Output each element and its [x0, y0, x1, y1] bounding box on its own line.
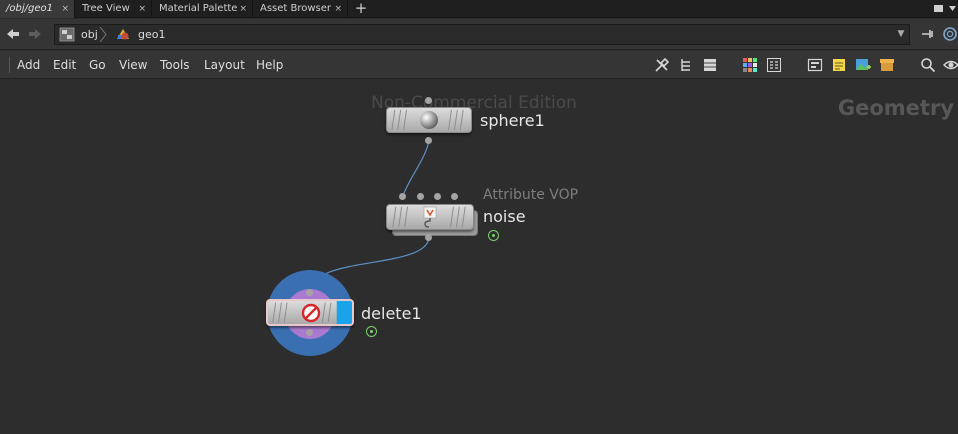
delete-input-connector[interactable]	[306, 289, 313, 296]
color-palette-icon[interactable]	[742, 57, 758, 73]
sphere-input-connector[interactable]	[425, 97, 432, 104]
noise-output-connector[interactable]	[425, 234, 432, 241]
menu-tools[interactable]: Tools	[160, 51, 190, 79]
obj-network-icon	[59, 27, 75, 42]
menu-add[interactable]: Add	[17, 51, 40, 79]
link-ring-icon[interactable]	[942, 26, 958, 42]
tab-material-palette[interactable]: Material Palette ×	[153, 0, 253, 18]
sphere-node-name[interactable]: sphere1	[480, 111, 545, 130]
path-bar: obj geo1 ▼	[0, 19, 958, 50]
maximize-pane-icon[interactable]	[933, 3, 944, 14]
back-arrow-icon[interactable]	[5, 26, 21, 42]
noise-input-connector[interactable]	[417, 193, 424, 200]
sphere-output-connector[interactable]	[425, 137, 432, 144]
noise-input-connector[interactable]	[399, 193, 406, 200]
vop-icon	[423, 206, 437, 228]
network-menu-bar: Add Edit Go View Tools Layout Help	[0, 51, 958, 79]
sphere-node[interactable]	[386, 107, 472, 133]
geo-node-icon	[117, 29, 129, 40]
network-editor-canvas[interactable]: Non-Commercial Edition Geometry sphere1 …	[0, 80, 958, 434]
tab-close-icon[interactable]: ×	[138, 0, 146, 18]
tab-label: Tree View	[82, 3, 130, 14]
grid-view-icon[interactable]	[766, 57, 782, 73]
menu-edit[interactable]: Edit	[53, 51, 76, 79]
delete-node-name[interactable]: delete1	[361, 304, 422, 323]
network-path-field[interactable]: obj geo1	[54, 24, 910, 45]
sphere-icon	[420, 111, 438, 129]
tab-label: /obj/geo1	[6, 3, 53, 14]
menu-help[interactable]: Help	[256, 51, 283, 79]
tab-close-icon[interactable]: ×	[239, 0, 247, 18]
delete-output-connector[interactable]	[306, 329, 313, 336]
menu-separator	[9, 57, 10, 73]
search-icon[interactable]	[920, 57, 936, 73]
menu-view[interactable]: View	[119, 51, 147, 79]
chevron-right-icon	[99, 27, 107, 42]
noise-node-status-dot	[488, 230, 499, 241]
path-dropdown-icon[interactable]: ▼	[894, 24, 908, 45]
menu-go[interactable]: Go	[89, 51, 106, 79]
forward-arrow-icon[interactable]	[27, 26, 43, 42]
breadcrumb-obj[interactable]: obj	[81, 25, 98, 44]
pane-tab-bar: /obj/geo1 × Tree View × Material Palette…	[0, 0, 958, 18]
noise-node-name[interactable]: noise	[483, 207, 526, 226]
tab-close-icon[interactable]: ×	[334, 0, 342, 18]
tab-label: Material Palette	[159, 3, 238, 14]
noise-node-type: Attribute VOP	[483, 187, 579, 203]
breadcrumb-geo1[interactable]: geo1	[138, 25, 165, 44]
noise-input-connector[interactable]	[451, 193, 458, 200]
add-tab-button[interactable]: +	[353, 0, 369, 18]
pin-icon[interactable]	[920, 26, 936, 42]
list-view-icon[interactable]	[702, 57, 718, 73]
network-box-icon[interactable]	[807, 57, 823, 73]
delete-icon	[301, 303, 321, 322]
tab-close-icon[interactable]: ×	[61, 0, 69, 18]
wire-sphere-to-noise	[402, 140, 430, 197]
connection-wires	[309, 140, 430, 293]
wrench-icon[interactable]	[654, 57, 670, 73]
delete-node-status-dot	[366, 326, 377, 337]
tab-label: Asset Browser	[260, 3, 332, 14]
noise-node[interactable]	[386, 204, 474, 230]
noise-input-connector[interactable]	[434, 193, 441, 200]
tab-asset-browser[interactable]: Asset Browser ×	[254, 0, 348, 18]
tab-tree-view[interactable]: Tree View ×	[76, 0, 152, 18]
pane-menu-icon[interactable]	[947, 3, 958, 14]
delete-node[interactable]	[266, 299, 354, 326]
eye-icon[interactable]	[943, 57, 958, 73]
tree-icon[interactable]	[678, 57, 694, 73]
asset-box-icon[interactable]	[879, 57, 895, 73]
sticky-note-icon[interactable]	[831, 57, 847, 73]
menu-layout[interactable]: Layout	[204, 51, 245, 79]
image-background-icon[interactable]	[855, 57, 871, 73]
tab-obj-geo1[interactable]: /obj/geo1 ×	[0, 0, 75, 18]
